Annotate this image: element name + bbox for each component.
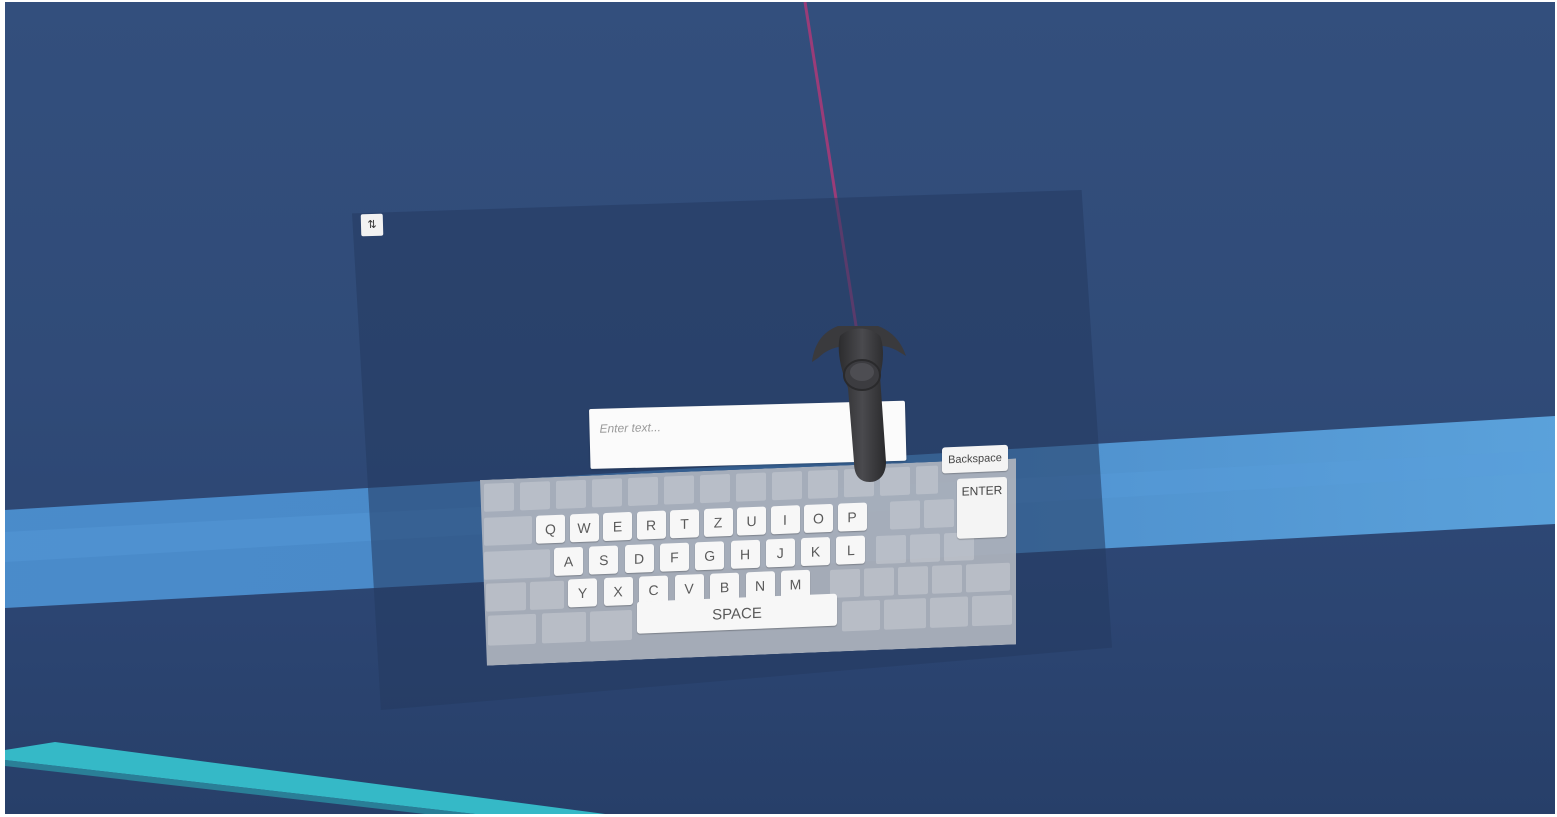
- key-z[interactable]: Z: [703, 507, 733, 538]
- key-e[interactable]: E: [603, 511, 632, 542]
- key-w[interactable]: W: [569, 513, 599, 543]
- key-x[interactable]: X: [603, 576, 633, 607]
- sort-arrows-icon[interactable]: ⇅: [360, 213, 384, 237]
- key-k[interactable]: K: [801, 536, 831, 567]
- key-o[interactable]: O: [804, 503, 833, 533]
- key-a[interactable]: A: [554, 546, 583, 577]
- key-p[interactable]: P: [837, 502, 867, 532]
- virtual-keyboard: QWERTZUIOPASDFGHJKLYXCVBNM SPACE Backspa…: [480, 444, 1016, 660]
- key-q[interactable]: Q: [536, 514, 565, 544]
- key-s[interactable]: S: [589, 545, 619, 575]
- key-r[interactable]: R: [636, 510, 666, 540]
- key-h[interactable]: H: [730, 539, 760, 569]
- key-d[interactable]: D: [624, 544, 654, 574]
- key-u[interactable]: U: [737, 506, 766, 536]
- key-f[interactable]: F: [659, 542, 689, 572]
- key-y[interactable]: Y: [568, 578, 597, 608]
- enter-key[interactable]: ENTER: [957, 476, 1007, 539]
- vr-controller-icon: [812, 326, 906, 482]
- backspace-key[interactable]: Backspace: [942, 444, 1008, 474]
- key-g[interactable]: G: [695, 541, 725, 571]
- key-l[interactable]: L: [836, 535, 866, 565]
- sort-glyph: ⇅: [367, 217, 377, 232]
- key-t[interactable]: T: [670, 509, 699, 539]
- key-i[interactable]: I: [770, 505, 800, 535]
- key-j[interactable]: J: [765, 538, 795, 568]
